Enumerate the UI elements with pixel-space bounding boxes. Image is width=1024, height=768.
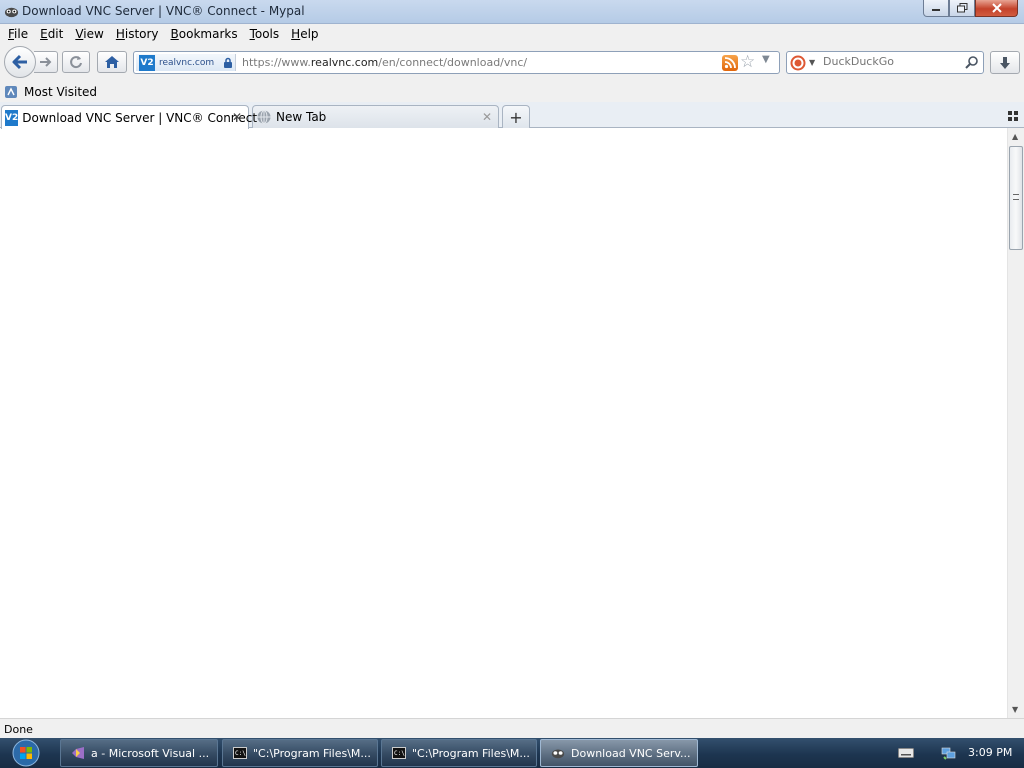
new-tab-button[interactable]: + — [502, 105, 530, 128]
scrollbar-grip — [1013, 194, 1019, 200]
menu-file[interactable]: File — [2, 27, 34, 41]
taskbar-item-label: a - Microsoft Visual ... — [91, 746, 210, 760]
taskbar-item-cmd-2[interactable]: C:\ "C:\Program Files\M... — [381, 739, 537, 767]
bookmarks-toolbar: Most Visited — [0, 82, 1024, 102]
taskbar-item-label: "C:\Program Files\M... — [253, 746, 371, 760]
bookmark-most-visited[interactable]: Most Visited — [4, 85, 97, 99]
taskbar: a - Microsoft Visual ... C:\ "C:\Program… — [0, 738, 1024, 768]
system-clock[interactable]: 3:09 PM — [968, 746, 1012, 759]
window-controls — [923, 0, 1018, 18]
menu-history[interactable]: History — [110, 27, 165, 41]
forward-button[interactable] — [34, 51, 58, 73]
site-identity-label: realvnc.com — [159, 57, 215, 68]
globe-icon — [257, 110, 271, 124]
navigation-toolbar: V2 realvnc.com https://www.realvnc.com/e… — [0, 44, 1024, 82]
site-identity-button[interactable]: V2 realvnc.com — [136, 54, 236, 71]
restore-icon — [956, 3, 967, 13]
restore-button[interactable] — [949, 0, 975, 17]
downloads-button[interactable] — [990, 51, 1020, 74]
bookmark-label: Most Visited — [24, 85, 98, 99]
magnifier-icon[interactable] — [965, 55, 979, 69]
status-bar: Done — [0, 718, 1024, 738]
back-arrow-icon — [12, 54, 27, 70]
visual-studio-icon — [72, 747, 84, 759]
reload-icon — [70, 56, 82, 69]
mypal-app-icon — [4, 7, 19, 18]
minimize-button[interactable] — [923, 0, 949, 17]
tab-download-vnc[interactable]: V2 Download VNC Server | VNC® Connect ✕ — [1, 105, 257, 129]
menu-help[interactable]: Help — [285, 27, 324, 41]
rss-feed-icon[interactable] — [722, 55, 738, 71]
scrollbar-thumb[interactable] — [1009, 146, 1023, 250]
vertical-scrollbar[interactable]: ▲ ▼ — [1007, 128, 1024, 718]
command-prompt-icon: C:\ — [392, 747, 406, 759]
tab-close-icon[interactable]: ✕ — [482, 110, 492, 124]
close-button[interactable] — [975, 0, 1018, 17]
windows-start-orb-icon — [12, 739, 40, 767]
smart-bookmark-folder-icon — [5, 86, 17, 98]
tab-label: Download VNC Server | VNC® Connect — [22, 110, 258, 125]
menu-tools[interactable]: Tools — [244, 27, 286, 41]
url-history-dropdown-icon[interactable]: ▼ — [762, 54, 770, 65]
svg-text:C:\: C:\ — [394, 750, 405, 757]
search-input[interactable] — [823, 55, 963, 68]
status-text: Done — [4, 723, 33, 736]
forward-arrow-icon — [39, 57, 51, 67]
search-bar[interactable]: ▼ — [786, 51, 984, 74]
taskbar-item-mypal[interactable]: Download VNC Serv... — [540, 739, 698, 767]
title-bar: Download VNC Server | VNC® Connect - Myp… — [0, 0, 1024, 24]
taskbar-item-label: Download VNC Serv... — [571, 746, 691, 760]
taskbar-item-cmd-1[interactable]: C:\ "C:\Program Files\M... — [222, 739, 378, 767]
taskbar-item-label: "C:\Program Files\M... — [412, 746, 530, 760]
search-engine-dropdown-icon: ▼ — [809, 58, 816, 67]
close-icon — [991, 3, 1002, 13]
scroll-down-arrow-icon[interactable]: ▼ — [1012, 705, 1018, 714]
site-favicon: V2 — [139, 54, 155, 71]
tab-label: New Tab — [276, 110, 327, 124]
network-icon[interactable] — [940, 745, 956, 761]
url-bar[interactable]: V2 realvnc.com https://www.realvnc.com/e… — [133, 51, 780, 74]
menu-bar: File Edit View History Bookmarks Tools H… — [0, 24, 1024, 44]
minimize-icon — [932, 9, 940, 11]
mypal-app-icon — [551, 749, 565, 759]
duckduckgo-icon — [790, 55, 806, 70]
lock-icon — [224, 57, 232, 68]
tab-close-icon[interactable]: ✕ — [232, 110, 242, 124]
keyboard-icon[interactable] — [898, 747, 914, 759]
tab-new-tab[interactable]: New Tab ✕ — [252, 105, 499, 128]
bookmark-star-icon[interactable]: ☆ — [740, 53, 758, 71]
window-title: Download VNC Server | VNC® Connect - Myp… — [22, 4, 305, 18]
menu-edit[interactable]: Edit — [34, 27, 69, 41]
svg-text:C:\: C:\ — [235, 750, 246, 757]
reload-button[interactable] — [62, 51, 90, 73]
tab-strip: V2 Download VNC Server | VNC® Connect ✕ … — [0, 102, 1024, 129]
menu-bookmarks[interactable]: Bookmarks — [165, 27, 244, 41]
home-button[interactable] — [97, 51, 127, 73]
plus-icon: + — [509, 107, 523, 127]
realvnc-favicon: V2 — [5, 109, 19, 126]
start-button[interactable] — [6, 738, 46, 768]
scroll-up-arrow-icon[interactable]: ▲ — [1012, 132, 1018, 141]
search-engine-selector[interactable]: ▼ — [790, 54, 820, 71]
page-content[interactable] — [0, 128, 1007, 718]
download-arrow-icon — [1000, 56, 1010, 69]
menu-view[interactable]: View — [69, 27, 109, 41]
back-button[interactable] — [4, 46, 36, 78]
command-prompt-icon: C:\ — [233, 747, 247, 759]
url-text[interactable]: https://www.realvnc.com/en/connect/downl… — [242, 56, 527, 69]
taskbar-item-visual-studio[interactable]: a - Microsoft Visual ... — [60, 739, 218, 767]
all-tabs-grid-icon[interactable] — [1008, 111, 1018, 121]
home-icon — [105, 56, 119, 68]
